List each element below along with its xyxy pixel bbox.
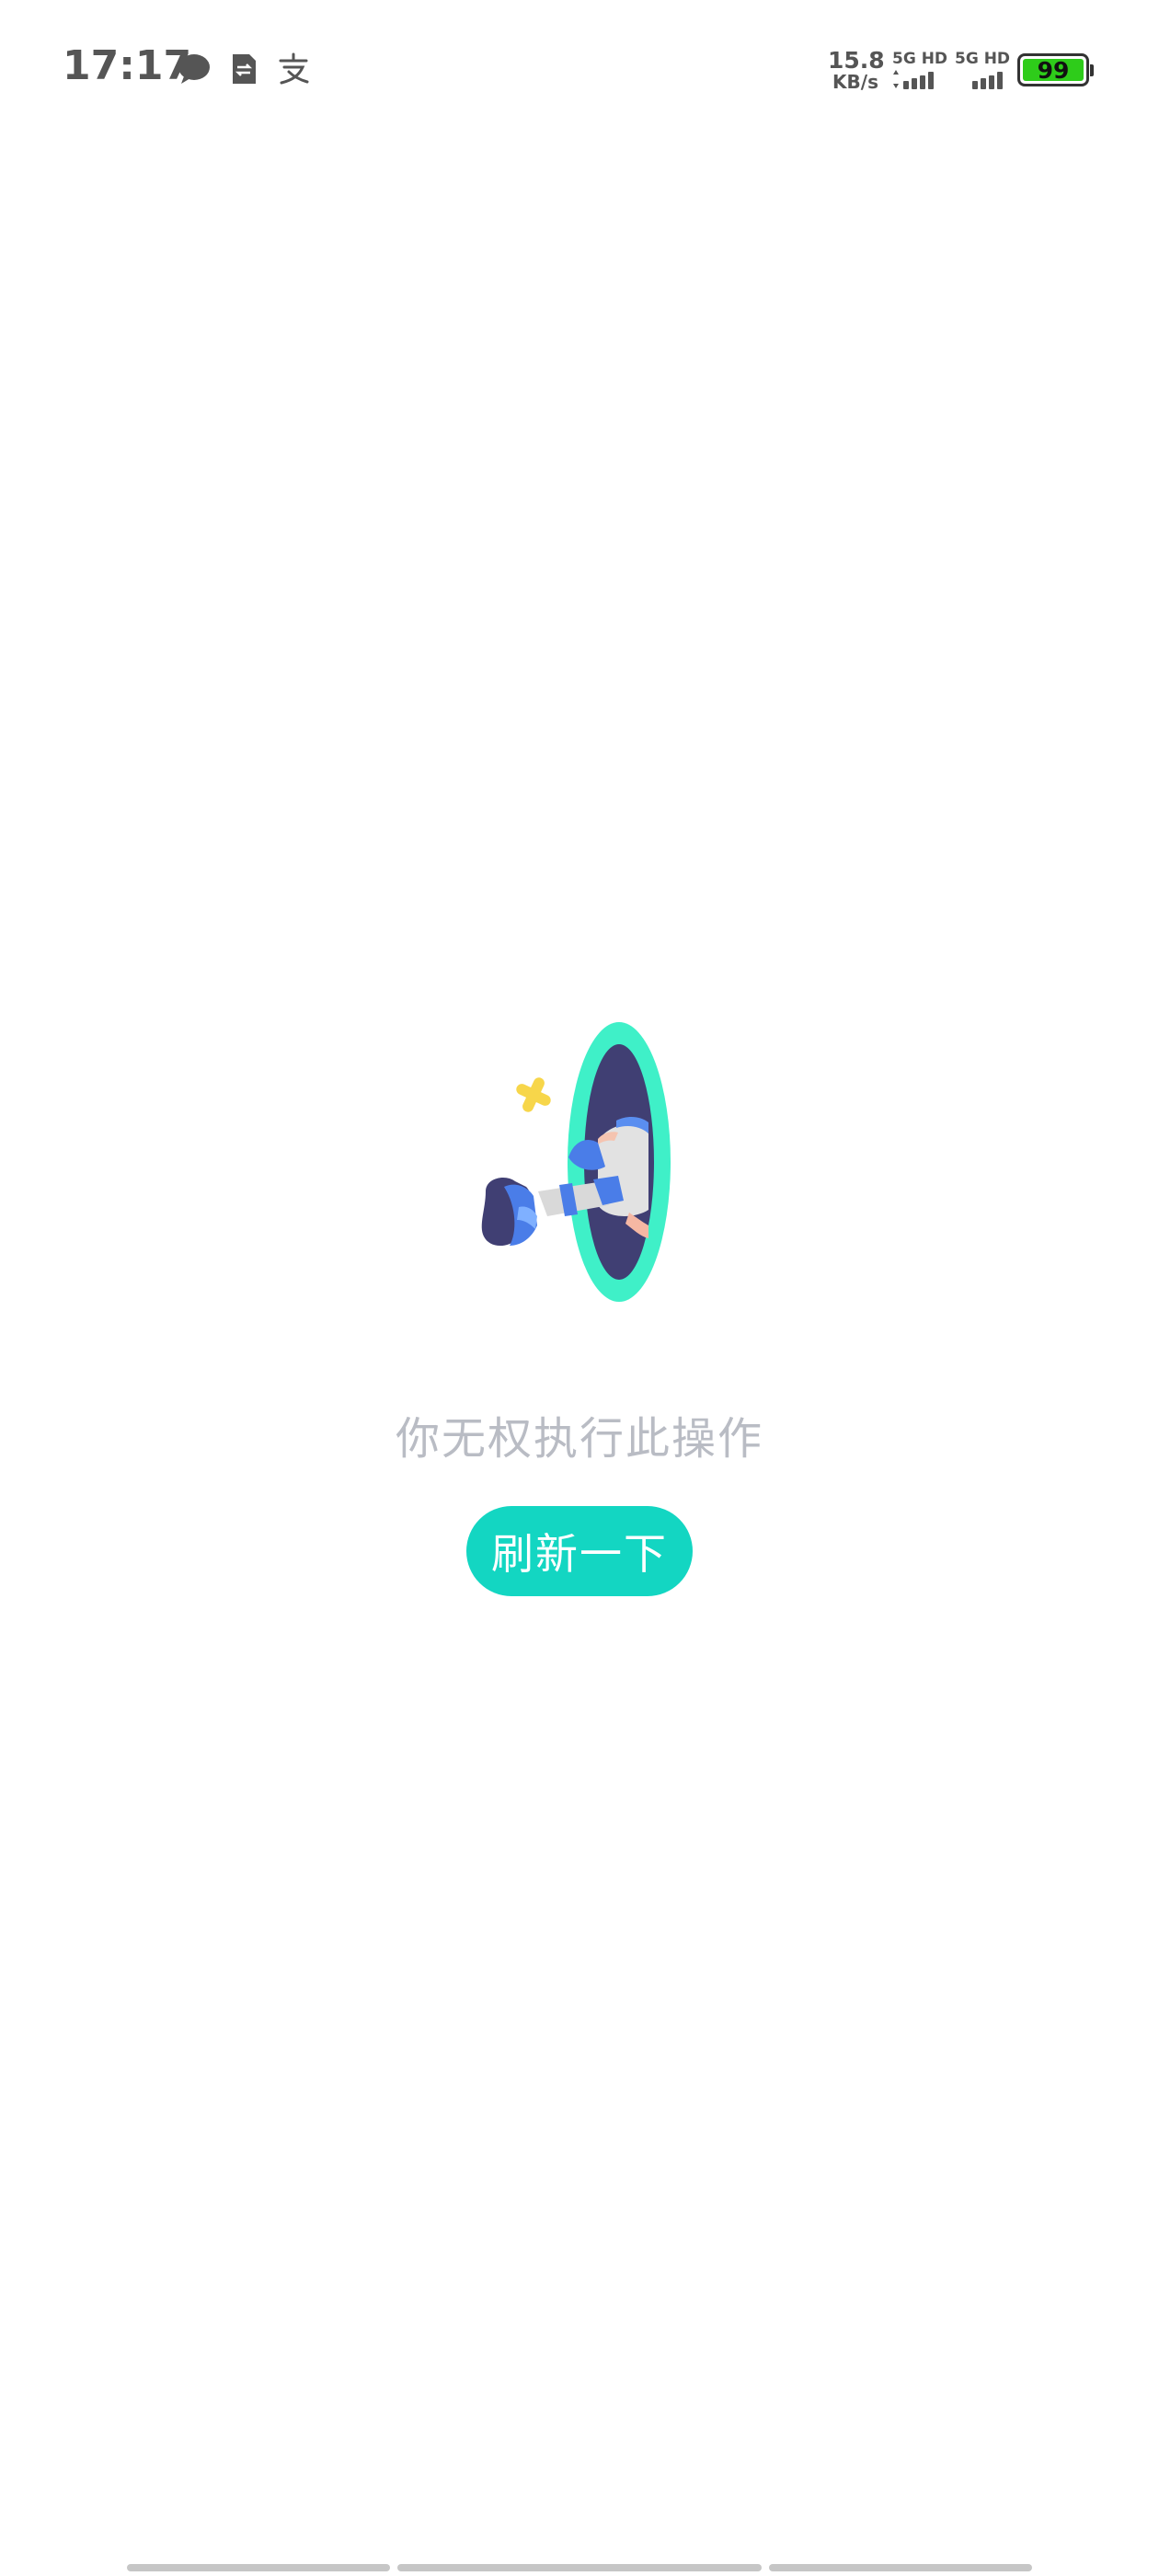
alipay-icon bbox=[279, 52, 309, 85]
status-bar: 17:17 15.8 KB/s 5G HD 5G HD 99 bbox=[0, 0, 1159, 138]
refresh-button[interactable]: 刷新一下 bbox=[466, 1506, 693, 1596]
no-permission-message: 你无权执行此操作 bbox=[395, 1413, 763, 1465]
signal-bars-icon bbox=[972, 72, 1003, 89]
gesture-bar-left[interactable] bbox=[127, 2564, 390, 2571]
network-speed-unit: KB/s bbox=[832, 71, 878, 93]
gesture-bar-center[interactable] bbox=[397, 2564, 762, 2571]
sparkle-icon bbox=[516, 1077, 551, 1112]
gesture-bar-right[interactable] bbox=[769, 2564, 1032, 2571]
battery-level: 99 bbox=[1023, 59, 1084, 82]
sim-transfer-icon bbox=[233, 54, 256, 84]
network-speed-value: 15.8 bbox=[828, 47, 885, 74]
status-time: 17:17 bbox=[63, 42, 192, 89]
signal-2-label: 5G HD bbox=[955, 50, 1011, 68]
no-permission-illustration-icon bbox=[481, 1022, 671, 1302]
battery-icon: 99 bbox=[1017, 53, 1094, 86]
signal-1-label: 5G HD bbox=[892, 50, 948, 68]
signal-indicator-2: 5G HD bbox=[955, 50, 1012, 90]
signal-indicator-1: 5G HD bbox=[892, 50, 949, 90]
message-bubble-icon bbox=[178, 54, 210, 84]
signal-bars-icon bbox=[893, 70, 934, 89]
network-speed: 15.8 KB/s bbox=[828, 47, 885, 93]
